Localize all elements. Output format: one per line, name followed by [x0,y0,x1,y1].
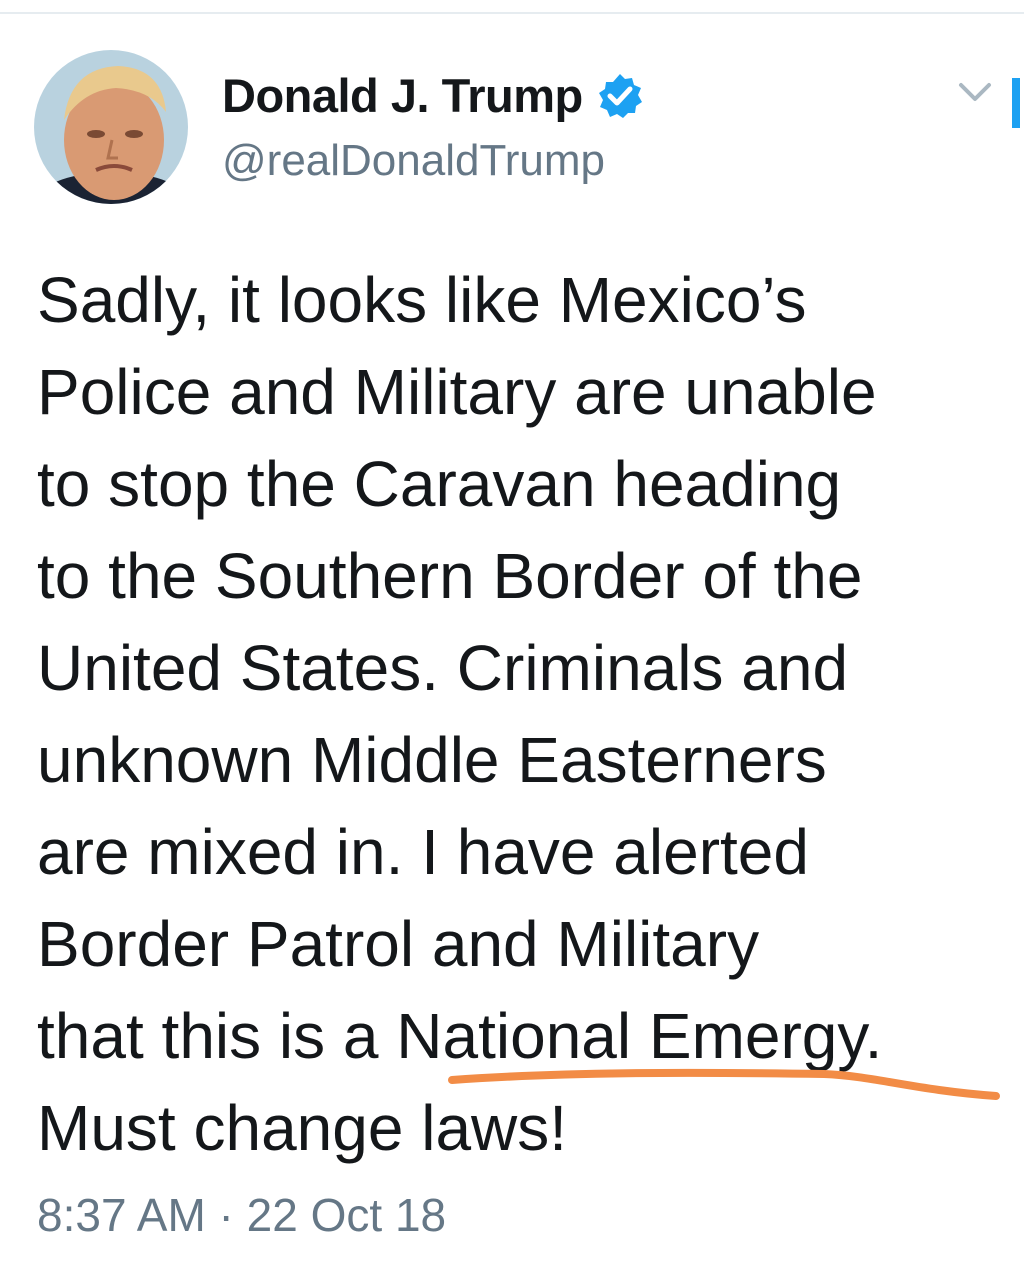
top-divider [0,12,1024,14]
tweet-timestamp[interactable]: 8:37 AM · 22 Oct 18 [37,1188,446,1242]
avatar[interactable] [34,50,188,204]
orange-underline-annotation [448,1068,1000,1100]
avatar-image [34,50,188,204]
chevron-down-icon[interactable] [958,80,992,104]
author-handle[interactable]: @realDonaldTrump [222,136,605,186]
tweet-card: Donald J. Trump @realDonaldTrump Sadly, … [0,0,1024,1271]
scroll-edge-indicator [1012,78,1020,128]
verified-badge-icon [599,74,642,118]
tweet-text: Sadly, it looks like Mexico’s Police and… [37,264,883,1164]
author-display-name[interactable]: Donald J. Trump [222,68,583,123]
